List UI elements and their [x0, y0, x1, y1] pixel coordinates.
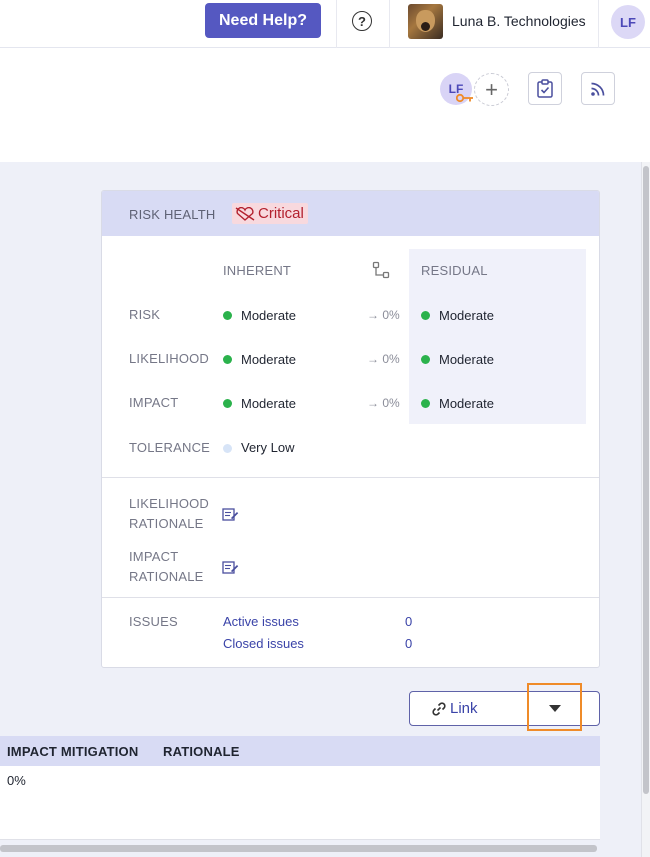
tolerance-value: Very Low [241, 440, 295, 455]
column-header-impact-mitigation[interactable]: IMPACT MITIGATION [7, 744, 138, 759]
risk-mitigation: → 0% [367, 308, 400, 322]
active-issues-link[interactable]: Active issues [223, 614, 299, 629]
status-dot [223, 399, 232, 408]
residual-likelihood-value: Moderate [439, 352, 494, 367]
question-circle-icon[interactable]: ? [352, 11, 372, 31]
row-label-likelihood: LIKELIHOOD [129, 351, 210, 366]
risk-status-badge: Critical [232, 203, 308, 224]
closed-issues-link[interactable]: Closed issues [223, 636, 304, 651]
caret-down-icon [549, 705, 561, 712]
inherent-header: INHERENT [223, 263, 292, 278]
add-owner-button[interactable]: + [474, 73, 509, 106]
column-header-rationale[interactable]: RATIONALE [163, 744, 240, 759]
top-bar: Need Help? ? Luna B. Technologies LF [0, 0, 650, 48]
flow-icon [372, 261, 390, 279]
status-dot [421, 355, 430, 364]
likelihood-rationale-label-1: LIKELIHOOD [129, 496, 210, 511]
residual-risk-value: Moderate [439, 308, 494, 323]
issues-label: ISSUES [129, 614, 178, 629]
likelihood-rationale-label-2: RATIONALE [129, 516, 204, 531]
horizontal-scrollbar[interactable] [0, 845, 597, 852]
feed-button[interactable] [581, 72, 615, 105]
row-label-risk: RISK [129, 307, 161, 322]
divider [598, 0, 599, 48]
risk-health-title: RISK HEALTH [129, 207, 216, 222]
vertical-scrollbar-thumb[interactable] [643, 166, 649, 794]
broken-heart-icon [235, 206, 255, 221]
divider [102, 597, 599, 598]
org-avatar[interactable] [408, 4, 443, 39]
table-header: IMPACT MITIGATION RATIONALE [0, 736, 600, 766]
plus-icon: + [485, 76, 498, 102]
edit-note-icon[interactable] [222, 507, 239, 522]
active-issues-count[interactable]: 0 [405, 614, 412, 629]
impact-rationale-label-1: IMPACT [129, 549, 179, 564]
impact-mitigation-cell: 0% [7, 773, 26, 788]
impact-rationale-label-2: RATIONALE [129, 569, 204, 584]
need-help-button[interactable]: Need Help? [205, 3, 321, 38]
rss-icon [591, 82, 605, 96]
row-label-impact: IMPACT [129, 395, 179, 410]
org-name[interactable]: Luna B. Technologies [452, 13, 586, 29]
status-dot [421, 311, 430, 320]
status-dot [223, 311, 232, 320]
link-button-label: Link [450, 700, 478, 717]
tasks-button[interactable] [528, 72, 562, 105]
edit-note-icon[interactable] [222, 560, 239, 575]
status-dot [223, 355, 232, 364]
clipboard-check-icon [537, 79, 553, 98]
risk-status-label: Critical [258, 205, 304, 222]
closed-issues-count[interactable]: 0 [405, 636, 412, 651]
risk-health-header: RISK HEALTH Critical [102, 191, 599, 236]
status-dot [421, 399, 430, 408]
user-avatar[interactable]: LF [611, 5, 645, 39]
dog-snout-graphic [421, 22, 430, 31]
residual-impact-value: Moderate [439, 396, 494, 411]
divider [102, 477, 599, 478]
link-dropdown-toggle[interactable] [527, 683, 582, 731]
inherent-impact-value: Moderate [241, 396, 296, 411]
divider [389, 0, 390, 48]
table-row[interactable]: 0% [0, 766, 600, 840]
impact-mitigation: → 0% [367, 396, 400, 410]
risk-health-card: RISK HEALTH Critical INHERENT RESIDUAL R… [101, 190, 600, 668]
divider [336, 0, 337, 48]
row-label-tolerance: TOLERANCE [129, 440, 211, 455]
inherent-likelihood-value: Moderate [241, 352, 296, 367]
likelihood-mitigation: → 0% [367, 352, 400, 366]
link-icon [432, 702, 446, 716]
status-dot [223, 444, 232, 453]
key-icon [456, 93, 473, 103]
residual-header: RESIDUAL [421, 263, 488, 278]
inherent-risk-value: Moderate [241, 308, 296, 323]
